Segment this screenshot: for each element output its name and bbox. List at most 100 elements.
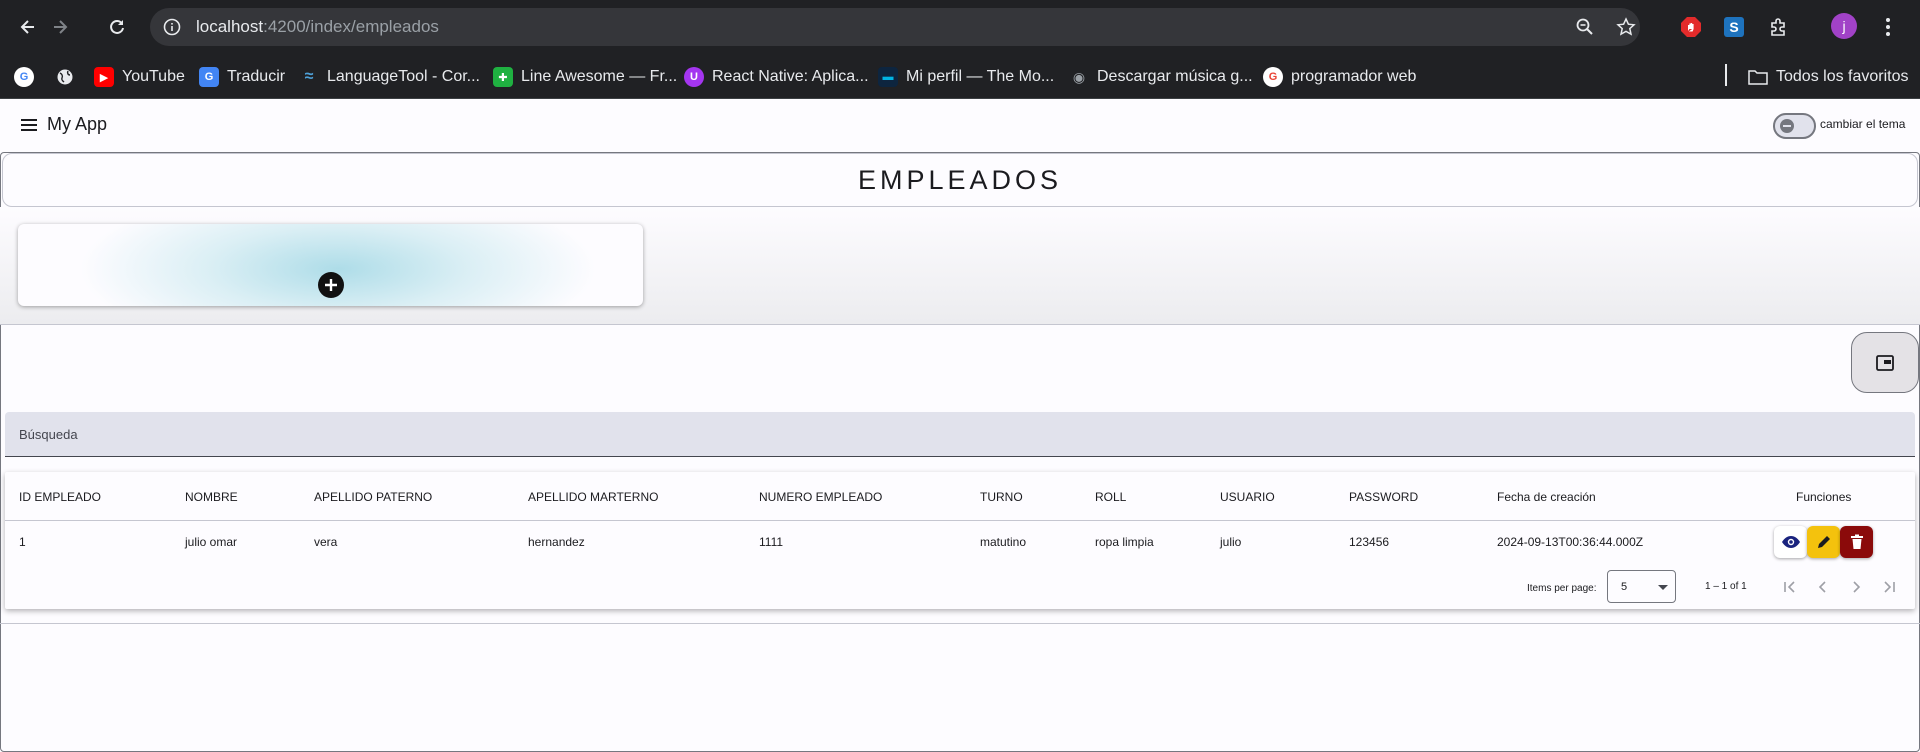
header-divider xyxy=(5,520,1915,521)
bookmark-traducir[interactable]: G Traducir xyxy=(199,65,285,89)
edit-button[interactable] xyxy=(1807,526,1840,558)
previous-page-button[interactable] xyxy=(1812,576,1834,598)
browser-toolbar: localhost:4200/index/empleados S j xyxy=(0,0,1920,54)
bookmark-descargar-musica[interactable]: ◉ Descargar música g... xyxy=(1069,65,1253,89)
address-bar[interactable]: localhost:4200/index/empleados xyxy=(150,8,1640,46)
content-divider xyxy=(0,623,1920,624)
arrow-right-icon xyxy=(54,20,68,34)
pencil-icon xyxy=(1817,536,1830,548)
languagetool-icon: ≈ xyxy=(304,68,314,85)
bookmark-google[interactable]: G xyxy=(14,65,34,89)
bookmark-react-native[interactable]: U React Native: Aplica... xyxy=(684,65,869,89)
bookmark-label: Mi perfil — The Mo... xyxy=(906,68,1055,85)
header-nombre[interactable]: NOMBRE xyxy=(185,490,238,504)
header-password[interactable]: PASSWORD xyxy=(1349,490,1418,504)
bookmark-line-awesome[interactable]: ✚ Line Awesome — Fr... xyxy=(493,65,677,89)
globe-icon xyxy=(55,67,75,87)
forward-button[interactable] xyxy=(44,11,76,43)
bookmark-globe[interactable] xyxy=(55,65,75,89)
cell-apellido-paterno: vera xyxy=(314,535,338,549)
folder-icon xyxy=(1748,67,1768,87)
chevron-right-icon xyxy=(1853,581,1861,593)
udemy-icon: U xyxy=(684,67,704,87)
google-translate-icon: G xyxy=(199,67,219,87)
next-page-button[interactable] xyxy=(1845,576,1867,598)
cell-numero-empleado: 1111 xyxy=(759,535,784,549)
header-usuario[interactable]: USUARIO xyxy=(1220,490,1275,504)
cell-roll: ropa limpia xyxy=(1095,535,1154,549)
bookmark-label: Traducir xyxy=(227,68,286,85)
bookmark-label: Descargar música g... xyxy=(1097,68,1253,85)
cell-fecha-creacion: 2024-09-13T00:36:44.000Z xyxy=(1497,535,1644,549)
bookmarks-separator xyxy=(1725,64,1727,86)
profile-initial: j xyxy=(1842,18,1846,34)
chevron-left-icon xyxy=(1818,581,1826,593)
google-icon: G xyxy=(1263,67,1283,87)
toggle-knob xyxy=(1780,119,1794,133)
view-button[interactable] xyxy=(1774,526,1807,558)
cell-apellido-materno: hernandez xyxy=(528,535,585,549)
back-button[interactable] xyxy=(12,11,44,43)
hamburger-menu-icon[interactable] xyxy=(20,116,38,134)
bookmark-label: Line Awesome — Fr... xyxy=(521,68,678,85)
page-size-select[interactable]: 5 xyxy=(1607,570,1676,603)
bookmark-label: YouTube xyxy=(122,68,185,85)
site-info-icon[interactable] xyxy=(160,15,184,39)
header-fecha-creacion[interactable]: Fecha de creación xyxy=(1497,490,1596,504)
header-apellido-materno[interactable]: APELLIDO MARTERNO xyxy=(528,490,658,504)
svg-text:S: S xyxy=(1729,19,1738,35)
browser-menu-icon[interactable] xyxy=(1874,13,1902,41)
all-bookmarks-label: Todos los favoritos xyxy=(1776,68,1909,85)
page-title: EMPLEADOS xyxy=(857,164,1063,195)
search-field[interactable] xyxy=(5,412,1915,457)
last-page-icon xyxy=(1884,581,1895,593)
youtube-icon: ▶ xyxy=(94,67,114,87)
last-page-button[interactable] xyxy=(1878,576,1900,598)
reload-icon xyxy=(110,19,124,34)
movie-db-icon: ▬ xyxy=(878,67,898,87)
extensions-puzzle-icon[interactable] xyxy=(1765,13,1793,41)
cell-usuario: julio xyxy=(1220,535,1242,549)
bookmark-star-icon[interactable] xyxy=(1614,15,1638,39)
zoom-icon[interactable] xyxy=(1573,15,1597,39)
bookmark-youtube[interactable]: ▶ YouTube xyxy=(94,65,185,89)
bookmark-mi-perfil[interactable]: ▬ Mi perfil — The Mo... xyxy=(878,65,1054,89)
add-employee-button[interactable] xyxy=(318,272,344,298)
music-icon: ◉ xyxy=(1072,68,1086,85)
profile-avatar[interactable]: j xyxy=(1831,13,1857,39)
cell-id-empleado: 1 xyxy=(19,535,26,549)
page-title-card: EMPLEADOS xyxy=(2,153,1918,207)
window-icon xyxy=(1876,354,1894,371)
employees-table: ID EMPLEADO NOMBRE APELLIDO PATERNO APEL… xyxy=(5,472,1915,609)
search-input[interactable] xyxy=(19,412,1899,456)
first-page-icon xyxy=(1784,581,1795,593)
url-text: localhost:4200/index/empleados xyxy=(196,17,439,36)
cell-nombre: julio omar xyxy=(185,535,238,549)
page-range-label: 1 – 1 of 1 xyxy=(1705,581,1747,592)
header-numero-empleado[interactable]: NUMERO EMPLEADO xyxy=(759,490,882,504)
theme-toggle[interactable] xyxy=(1773,113,1816,139)
open-window-button[interactable] xyxy=(1851,332,1919,393)
first-page-button[interactable] xyxy=(1779,576,1801,598)
eye-icon xyxy=(1781,536,1800,548)
page-size-value: 5 xyxy=(1621,581,1628,593)
trash-icon xyxy=(1850,534,1863,549)
app-toolbar: My App cambiar el tema xyxy=(0,99,1920,152)
header-apellido-paterno[interactable]: APELLIDO PATERNO xyxy=(314,490,432,504)
reload-button[interactable] xyxy=(101,11,133,43)
chevron-down-icon xyxy=(1658,585,1668,590)
bookmark-languagetool[interactable]: ≈ LanguageTool - Cor... xyxy=(299,65,480,89)
header-turno[interactable]: TURNO xyxy=(980,490,1023,504)
bookmark-label: React Native: Aplica... xyxy=(712,68,869,85)
bookmark-programador-web[interactable]: G programador web xyxy=(1263,65,1416,89)
add-employee-card[interactable] xyxy=(18,224,643,306)
delete-button[interactable] xyxy=(1840,526,1873,558)
header-id-empleado[interactable]: ID EMPLEADO xyxy=(19,490,101,504)
bookmark-label: programador web xyxy=(1291,68,1417,85)
all-bookmarks-folder[interactable]: Todos los favoritos xyxy=(1748,65,1909,89)
items-per-page-label: Items per page: xyxy=(1527,583,1597,594)
s-extension-icon[interactable]: S xyxy=(1720,13,1748,41)
line-awesome-icon: ✚ xyxy=(493,67,513,87)
header-roll[interactable]: ROLL xyxy=(1095,490,1126,504)
adblock-extension-icon[interactable] xyxy=(1677,13,1705,41)
